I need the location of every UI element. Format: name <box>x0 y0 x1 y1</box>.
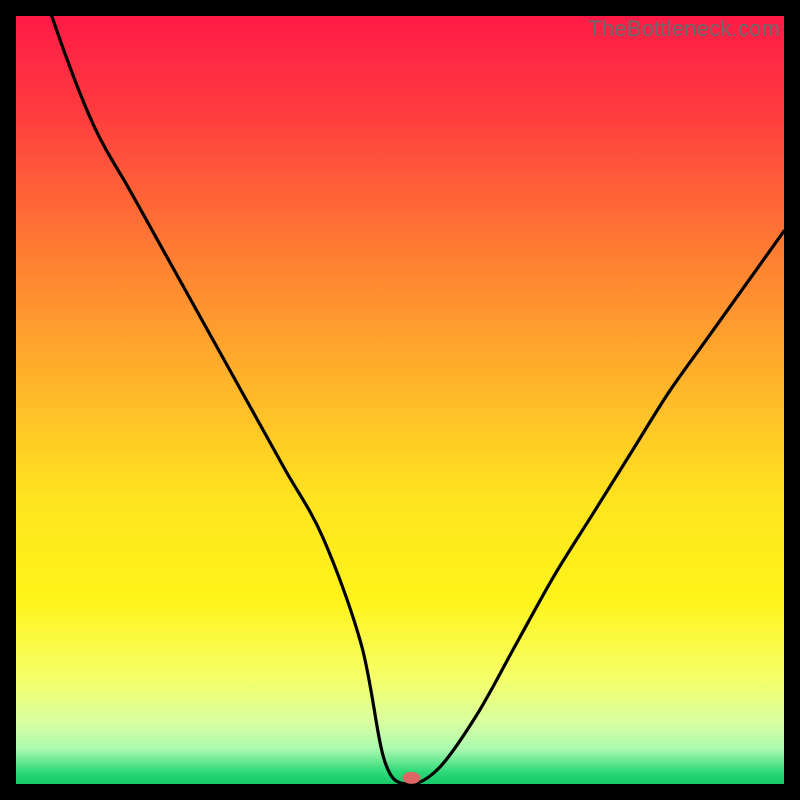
watermark-text: TheBottleneck.com <box>588 16 780 42</box>
chart-frame: TheBottleneck.com <box>16 16 784 784</box>
minimum-marker <box>403 772 421 784</box>
gradient-background <box>16 16 784 784</box>
chart-svg <box>16 16 784 784</box>
